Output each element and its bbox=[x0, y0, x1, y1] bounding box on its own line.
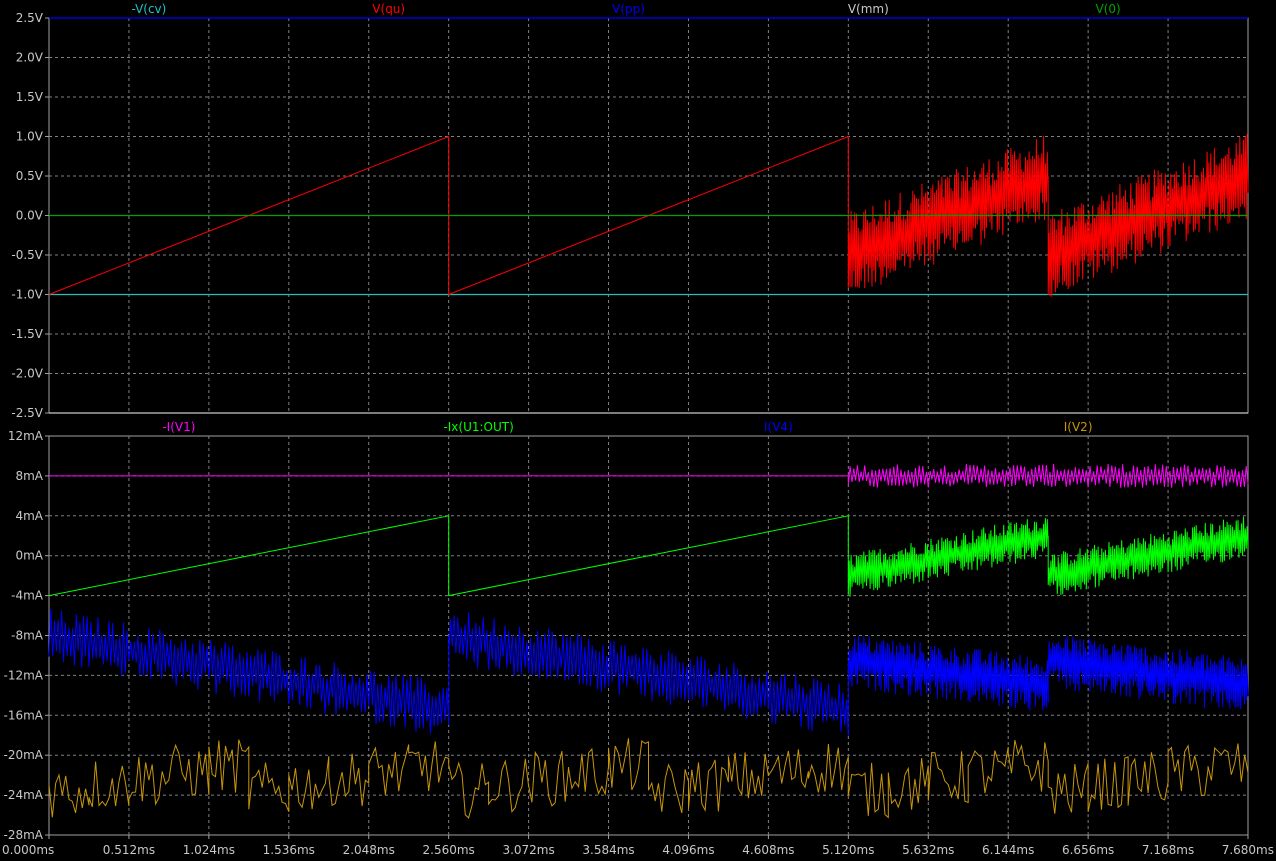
y-tick-label: -24mA bbox=[4, 788, 44, 802]
trace-label[interactable]: I(V4) bbox=[764, 420, 793, 434]
x-tick-label: 3.584ms bbox=[582, 843, 634, 857]
trace-label[interactable]: V(qu) bbox=[372, 2, 405, 16]
y-tick-label: 1.0V bbox=[16, 130, 44, 144]
y-tick-label: -12mA bbox=[4, 668, 44, 682]
y-tick-label: -16mA bbox=[4, 708, 44, 722]
x-tick-label: 6.656ms bbox=[1062, 843, 1114, 857]
x-tick-label: 4.096ms bbox=[662, 843, 714, 857]
series-i-v4- bbox=[48, 608, 1249, 737]
y-tick-label: -2.5V bbox=[11, 406, 43, 420]
trace-label[interactable]: V(mm) bbox=[848, 2, 889, 16]
series--ix-u1-out- bbox=[48, 515, 1249, 597]
y-tick-label: 2.0V bbox=[16, 51, 44, 65]
y-tick-label: 1.5V bbox=[16, 90, 44, 104]
x-tick-label: 0.512ms bbox=[103, 843, 155, 857]
plot-canvas: 2.5V 2.0V 1.5V 1.0V 0.5V 0.0V -0.5V -1.0V -1.5V -… bbox=[2, 2, 1274, 857]
y-tick-label: 4mA bbox=[15, 509, 43, 523]
y-tick-label: -20mA bbox=[4, 748, 44, 762]
trace-label[interactable]: I(V2) bbox=[1064, 420, 1093, 434]
y-tick-label: -28mA bbox=[4, 828, 44, 842]
y-tick-label: -4mA bbox=[11, 589, 44, 603]
series--i-v1- bbox=[49, 463, 1249, 488]
series-line bbox=[49, 463, 1249, 488]
x-tick-label: 5.120ms bbox=[822, 843, 874, 857]
y-tick-label: -1.0V bbox=[11, 288, 43, 302]
x-tick-label: 6.144ms bbox=[982, 843, 1034, 857]
x-tick-label: 5.632ms bbox=[902, 843, 954, 857]
y-tick-label: -8mA bbox=[11, 629, 44, 643]
y-tick-label: -1.5V bbox=[11, 327, 43, 341]
trace-label[interactable]: -Ix(U1:OUT) bbox=[443, 420, 513, 434]
y-tick-label: -0.5V bbox=[11, 248, 43, 262]
trace-label[interactable]: V(0) bbox=[1095, 2, 1120, 16]
series-i-v2- bbox=[48, 738, 1249, 819]
bottom-pane: 12mA 8mA 4mA 0mA -4mA -8mA -12mA -16mA -20mA -24m… bbox=[4, 420, 1249, 842]
x-tick-label: 4.608ms bbox=[742, 843, 794, 857]
trace-label[interactable]: V(pp) bbox=[612, 2, 645, 16]
y-tick-label: 0.5V bbox=[16, 169, 44, 183]
top-pane: 2.5V 2.0V 1.5V 1.0V 0.5V 0.0V -0.5V -1.0V -1.5V -… bbox=[11, 2, 1249, 420]
series-line bbox=[48, 608, 1249, 737]
x-tick-label: 3.072ms bbox=[502, 843, 554, 857]
trace-label[interactable]: -V(cv) bbox=[131, 2, 166, 16]
x-tick-label: 2.560ms bbox=[423, 843, 475, 857]
series-line bbox=[48, 738, 1249, 819]
x-tick-label: 0.000ms bbox=[2, 843, 54, 857]
x-tick-label: 7.680ms bbox=[1222, 843, 1274, 857]
y-tick-label: 8mA bbox=[15, 469, 43, 483]
x-tick-label: 1.536ms bbox=[263, 843, 315, 857]
y-tick-label: -2.0V bbox=[11, 367, 43, 381]
x-axis: 0.000ms 0.512ms 1.024ms 1.536ms 2.048ms 2.560… bbox=[2, 835, 1274, 857]
series-line bbox=[48, 515, 1249, 597]
y-tick-label: 12mA bbox=[8, 429, 44, 443]
y-tick-label: 2.5V bbox=[16, 11, 44, 25]
trace-label[interactable]: -I(V1) bbox=[162, 420, 195, 434]
x-tick-label: 1.024ms bbox=[183, 843, 235, 857]
x-tick-label: 2.048ms bbox=[343, 843, 395, 857]
y-tick-label: 0mA bbox=[15, 549, 43, 563]
y-tick-label: 0.0V bbox=[16, 209, 44, 223]
x-tick-label: 7.168ms bbox=[1142, 843, 1194, 857]
